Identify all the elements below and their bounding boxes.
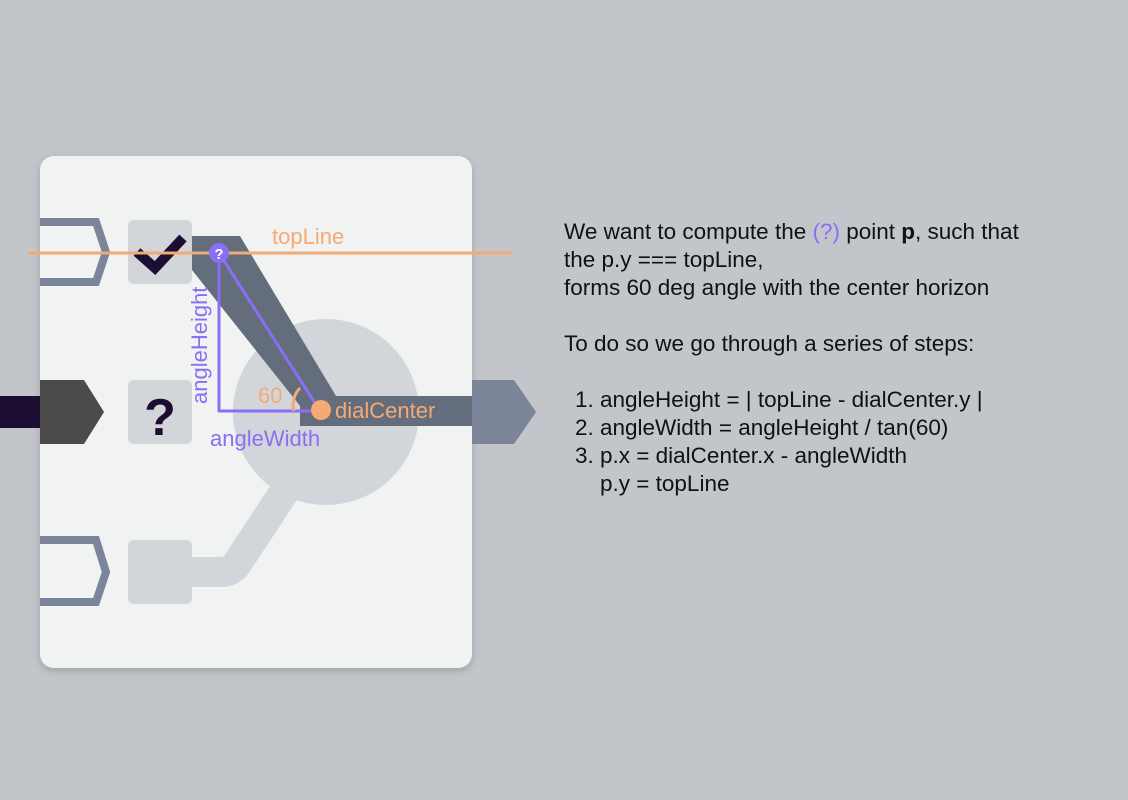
line1-text: We want to compute the <box>564 219 813 244</box>
steps-list: angleHeight = | topLine - dialCenter.y |… <box>564 386 1104 498</box>
input-line-dark <box>0 396 40 428</box>
angle-height-label: angleHeight <box>187 287 212 404</box>
dial-center-point <box>311 400 331 420</box>
step-item: angleWidth = angleHeight / tan(60) <box>600 414 1104 442</box>
top-line-label: topLine <box>272 224 344 249</box>
step-item: angleHeight = | topLine - dialCenter.y | <box>600 386 1104 414</box>
steps-intro: To do so we go through a series of steps… <box>564 331 975 356</box>
intro-line-1: We want to compute the (?) point p, such… <box>564 218 1104 246</box>
output-arrow[interactable] <box>472 380 536 444</box>
step-item: p.x = dialCenter.x - angleWidth p.y = top… <box>600 442 1104 498</box>
intro-line-3: forms 60 deg angle with the center horiz… <box>564 275 990 300</box>
point-p-question: ? <box>214 246 223 263</box>
empty-block[interactable] <box>128 540 192 604</box>
question-icon: ? <box>144 389 176 447</box>
angle-value: 60 <box>258 383 282 408</box>
angle-width-label: angleWidth <box>210 426 320 451</box>
step3-line1: p.x = dialCenter.x - angleWidth <box>600 443 908 468</box>
step3-line2: p.y = topLine <box>600 471 730 496</box>
point-marker-ref: (?) <box>812 219 840 244</box>
line1-after: , such that <box>915 219 1019 244</box>
point-p-ref: p <box>901 219 916 244</box>
explanation-text: We want to compute the (?) point p, such… <box>564 218 1104 498</box>
line1-middle: point <box>839 219 902 244</box>
intro-line-2: the p.y === topLine, <box>564 247 764 272</box>
dial-center-label: dialCenter <box>335 398 435 423</box>
